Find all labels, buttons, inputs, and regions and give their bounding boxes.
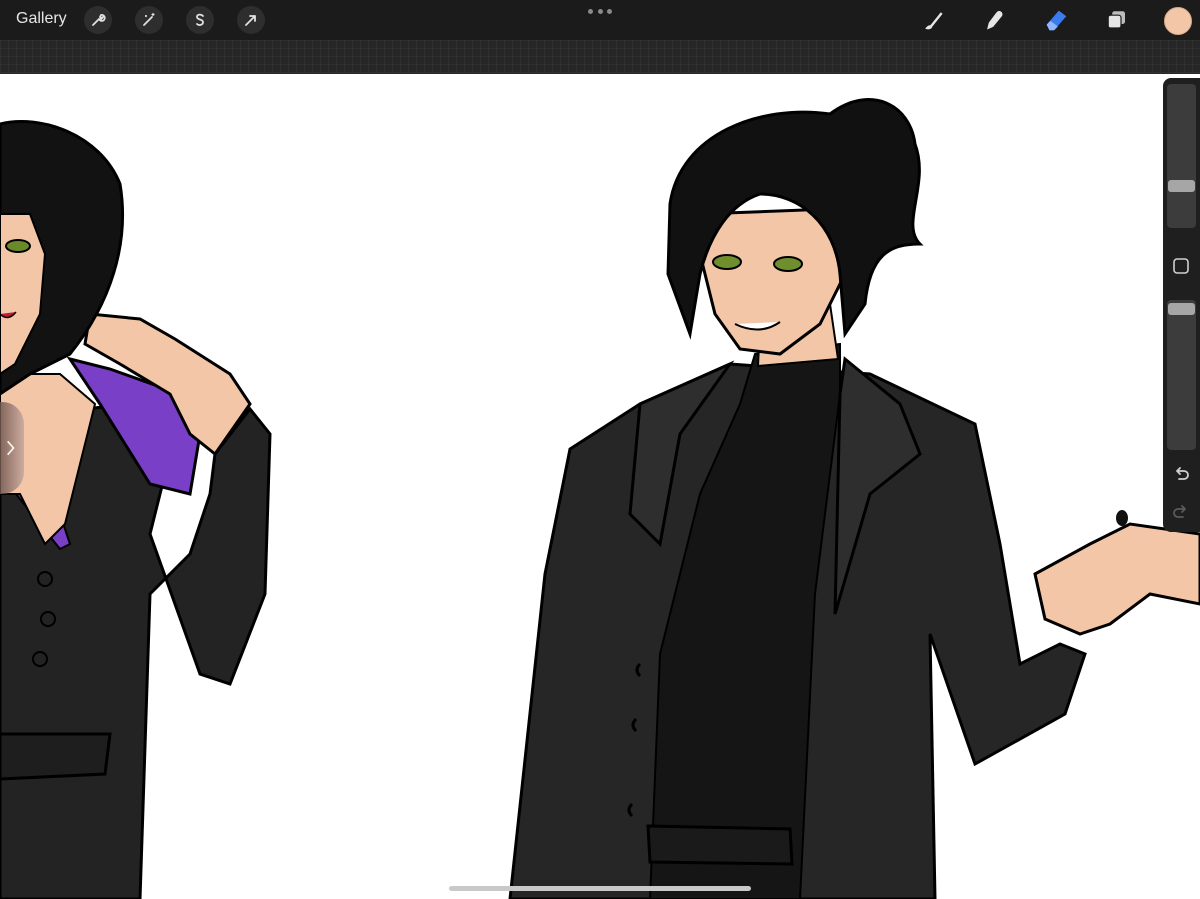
modify-square-icon[interactable] (1172, 257, 1190, 275)
brush-size-thumb[interactable] (1168, 180, 1195, 192)
right-sidebar (1163, 78, 1200, 532)
gallery-button[interactable]: Gallery (16, 10, 67, 28)
brush-size-slider[interactable] (1167, 84, 1196, 228)
chevron-right-icon (7, 440, 15, 456)
color-picker-swatch[interactable] (1164, 7, 1192, 35)
layers-icon[interactable] (1102, 5, 1132, 35)
drawing-canvas[interactable] (0, 74, 1200, 899)
undo-icon[interactable] (1171, 463, 1191, 483)
eraser-icon[interactable] (1041, 5, 1071, 35)
smudge-icon[interactable] (979, 5, 1009, 35)
more-options-icon[interactable] (588, 4, 612, 18)
sidebar-handle[interactable] (0, 402, 24, 494)
redo-icon[interactable] (1171, 501, 1191, 521)
top-toolbar: Gallery (0, 0, 1200, 40)
home-indicator[interactable] (449, 886, 751, 891)
selection-s-icon[interactable] (186, 6, 214, 34)
brush-icon[interactable] (918, 5, 948, 35)
wrench-icon[interactable] (84, 6, 112, 34)
transform-arrow-icon[interactable] (237, 6, 265, 34)
opacity-slider[interactable] (1167, 300, 1196, 450)
magic-wand-icon[interactable] (135, 6, 163, 34)
canvas-top-grid-strip (0, 40, 1200, 74)
opacity-thumb[interactable] (1168, 303, 1195, 315)
